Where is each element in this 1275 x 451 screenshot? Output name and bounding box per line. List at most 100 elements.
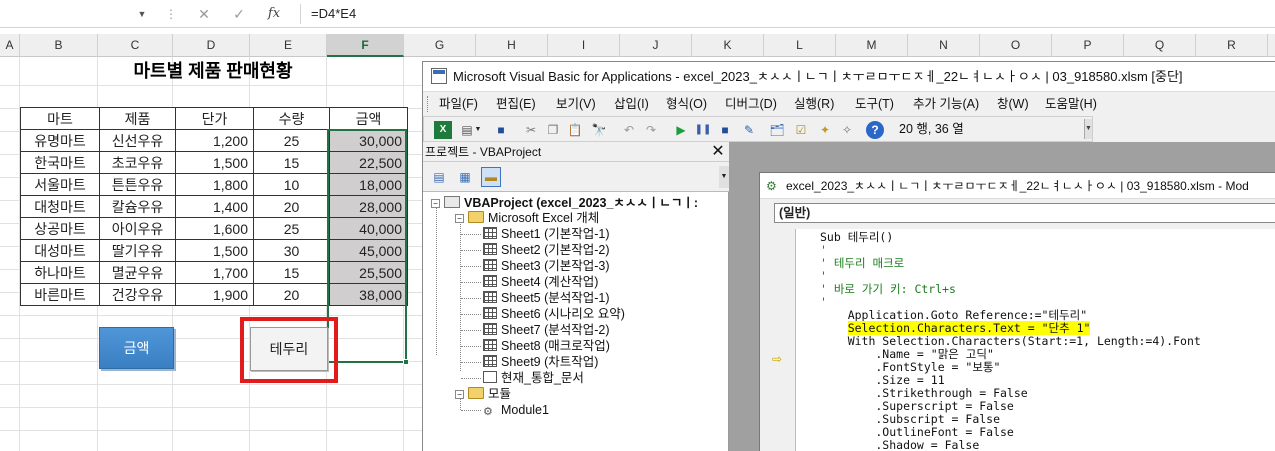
table-cell[interactable]: 대청마트 (20, 195, 100, 218)
table-cell[interactable]: 유명마트 (20, 129, 100, 152)
menu-insert[interactable]: 삽입(I) (614, 92, 649, 116)
object-browser-icon[interactable]: ✦ (816, 121, 834, 139)
column-header-o[interactable]: O (980, 34, 1052, 57)
column-header-g[interactable]: G (404, 34, 476, 57)
tree-node-modules[interactable]: − 모듈 (455, 386, 511, 402)
column-header-b[interactable]: B (20, 34, 98, 57)
header-cell[interactable]: 수량 (253, 107, 330, 130)
table-cell[interactable]: 1,500 (175, 151, 254, 174)
tree-node-sheet[interactable]: Sheet7 (분석작업-2) (483, 322, 610, 338)
collapse-icon[interactable]: − (455, 214, 464, 223)
paste-icon[interactable]: 📋 (566, 121, 584, 139)
column-header-m[interactable]: M (836, 34, 908, 57)
menu-addins[interactable]: 추가 기능(A) (913, 92, 979, 116)
table-cell[interactable]: 1,700 (175, 261, 254, 284)
tree-node-sheet[interactable]: Sheet6 (시나리오 요약) (483, 306, 625, 322)
code-line[interactable]: ' 바로 가기 키: Ctrl+s (820, 283, 956, 296)
column-header-i[interactable]: I (548, 34, 620, 57)
collapse-icon[interactable]: − (455, 390, 464, 399)
column-header-e[interactable]: E (250, 34, 327, 57)
project-explorer-icon[interactable]: 🗂 (768, 121, 786, 139)
menu-format[interactable]: 형식(O) (666, 92, 707, 116)
menu-tools[interactable]: 도구(T) (855, 92, 894, 116)
close-icon[interactable]: ✕ (709, 142, 727, 162)
menu-edit[interactable]: 편집(E) (496, 92, 536, 116)
properties-icon[interactable]: ☑ (792, 121, 810, 139)
table-cell[interactable]: 1,800 (175, 173, 254, 196)
insert-dropdown-icon[interactable]: ▼ (474, 121, 482, 139)
column-header-q[interactable]: Q (1124, 34, 1196, 57)
table-cell[interactable]: 1,900 (175, 283, 254, 306)
find-icon[interactable]: 🔭 (590, 121, 608, 139)
table-cell[interactable]: 45,000 (329, 239, 408, 262)
column-header-r[interactable]: R (1196, 34, 1268, 57)
view-code-icon[interactable]: ▤ (429, 167, 449, 187)
help-icon[interactable]: ? (866, 121, 884, 139)
table-cell[interactable]: 초코우유 (99, 151, 176, 174)
header-cell[interactable]: 금액 (329, 107, 408, 130)
fill-handle[interactable] (403, 359, 409, 365)
column-header-j[interactable]: J (620, 34, 692, 57)
table-cell[interactable]: 25,500 (329, 261, 408, 284)
table-cell[interactable]: 건강우유 (99, 283, 176, 306)
worksheet[interactable]: 마트별 제품 판매현황 마트 제품 단가 수량 금액 유명마트 신선우유 1,200… (0, 57, 422, 451)
table-cell[interactable]: 1,600 (175, 217, 254, 240)
enter-icon[interactable]: ✓ (227, 4, 251, 24)
header-cell[interactable]: 제품 (99, 107, 176, 130)
object-combo[interactable]: (일반) (774, 203, 1275, 223)
amount-macro-button[interactable]: 금액 (99, 327, 174, 369)
column-header-c[interactable]: C (98, 34, 173, 57)
redo-icon[interactable]: ↷ (642, 121, 660, 139)
table-cell[interactable]: 아이우유 (99, 217, 176, 240)
toggle-folders-icon[interactable]: ▬ (481, 167, 501, 187)
cancel-icon[interactable]: ✕ (192, 4, 216, 24)
tree-node-sheet[interactable]: Sheet2 (기본작업-2) (483, 242, 610, 258)
tree-node-sheet[interactable]: Sheet4 (계산작업) (483, 274, 598, 290)
code-line[interactable]: .Shadow = False (820, 439, 979, 451)
table-cell[interactable]: 30 (253, 239, 330, 262)
table-cell[interactable]: 20 (253, 283, 330, 306)
column-header-n[interactable]: N (908, 34, 980, 57)
table-cell[interactable]: 튼튼우유 (99, 173, 176, 196)
tree-node-sheet[interactable]: Sheet5 (분석작업-1) (483, 290, 610, 306)
collapse-icon[interactable]: − (431, 199, 440, 208)
table-cell[interactable]: 서울마트 (20, 173, 100, 196)
tree-node-sheet[interactable]: Sheet1 (기본작업-1) (483, 226, 610, 242)
border-macro-button[interactable]: 테두리 (250, 327, 328, 371)
reset-icon[interactable]: ■ (716, 121, 734, 139)
code-editor[interactable]: Sub 테두리() ' ' 테두리 매크로 ' ' 바로 가기 키: Ctrl+s ' A… (796, 229, 1275, 451)
cut-icon[interactable]: ✂ (522, 121, 540, 139)
view-object-icon[interactable]: ▦ (455, 167, 475, 187)
table-cell[interactable]: 한국마트 (20, 151, 100, 174)
tree-node-sheet[interactable]: 현재_통합_문서 (483, 370, 584, 386)
table-cell[interactable]: 하나마트 (20, 261, 100, 284)
column-header-k[interactable]: K (692, 34, 764, 57)
column-header-p[interactable]: P (1052, 34, 1124, 57)
table-cell[interactable]: 딸기우유 (99, 239, 176, 262)
column-header-d[interactable]: D (173, 34, 250, 57)
column-header-f[interactable]: F (327, 34, 404, 57)
table-cell[interactable]: 바른마트 (20, 283, 100, 306)
toolbar-options-icon[interactable]: ▼ (719, 166, 729, 188)
copy-icon[interactable]: ❐ (544, 121, 562, 139)
table-cell[interactable]: 멸균우유 (99, 261, 176, 284)
menu-window[interactable]: 창(W) (997, 92, 1029, 116)
column-header-h[interactable]: H (476, 34, 548, 57)
menu-help[interactable]: 도움말(H) (1045, 92, 1097, 116)
tree-node-excel-objects[interactable]: − Microsoft Excel 개체 (455, 210, 599, 226)
table-cell[interactable]: 30,000 (329, 129, 408, 152)
toolbar-options-icon[interactable]: ▼ (1084, 119, 1092, 139)
table-cell[interactable]: 15 (253, 151, 330, 174)
table-cell[interactable]: 20 (253, 195, 330, 218)
header-cell[interactable]: 단가 (175, 107, 254, 130)
table-cell[interactable]: 40,000 (329, 217, 408, 240)
table-cell[interactable]: 1,400 (175, 195, 254, 218)
tree-node-sheet[interactable]: Sheet9 (차트작업) (483, 354, 598, 370)
table-cell[interactable]: 28,000 (329, 195, 408, 218)
insert-function-icon[interactable]: fx (262, 4, 286, 24)
table-cell[interactable]: 1,500 (175, 239, 254, 262)
undo-icon[interactable]: ↶ (620, 121, 638, 139)
table-cell[interactable]: 15 (253, 261, 330, 284)
tree-node-vbaproject[interactable]: − VBAProject (excel_2023_ㅊㅅㅅㅣㄴㄱㅣ: (431, 195, 698, 211)
menu-view[interactable]: 보기(V) (556, 92, 596, 116)
